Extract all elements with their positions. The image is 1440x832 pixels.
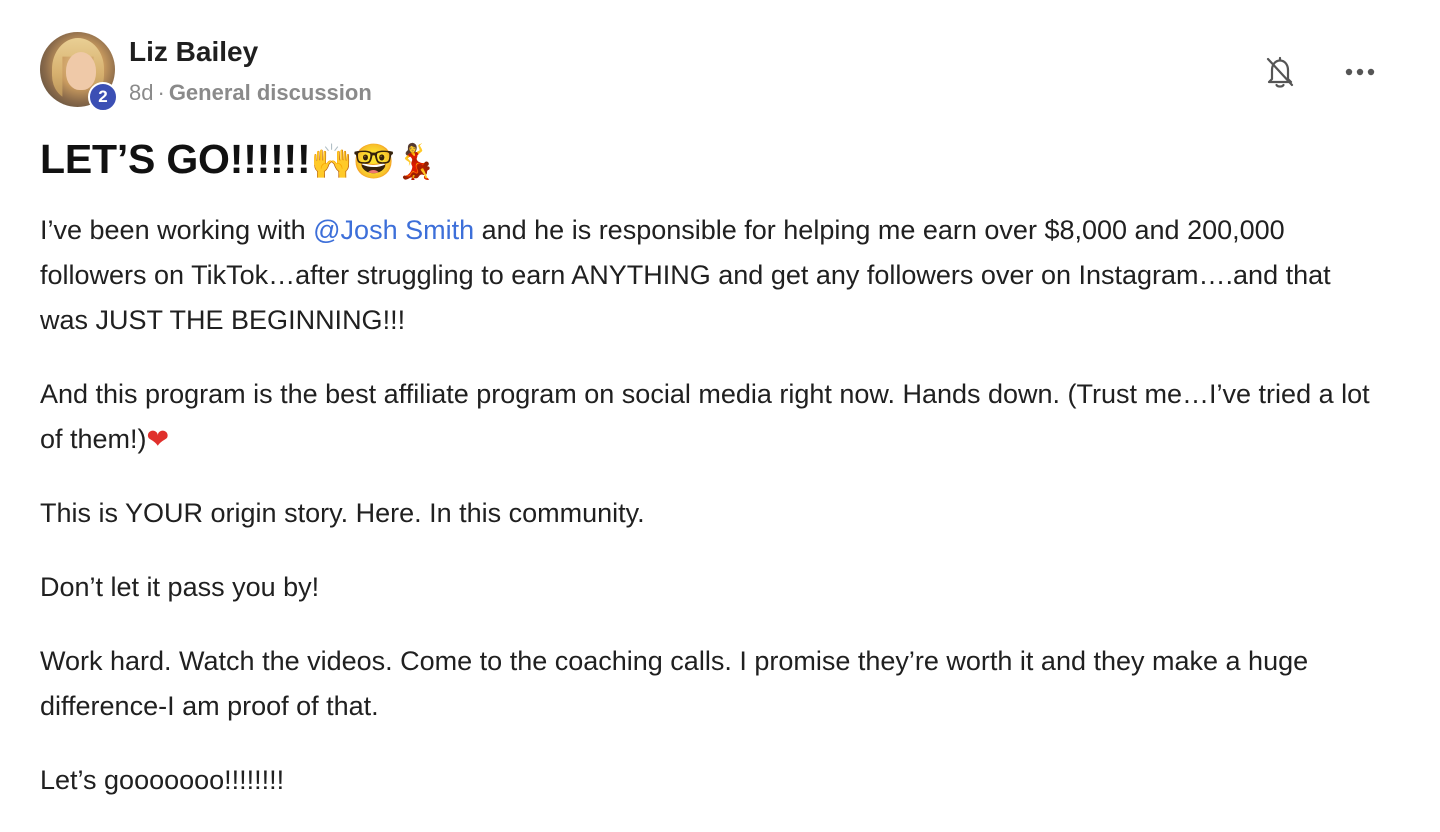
title-emojis: 🙌🤓💃: [310, 142, 437, 182]
post-paragraph: This is YOUR origin story. Here. In this…: [40, 498, 645, 528]
post-paragraph: Don’t let it pass you by!: [40, 572, 320, 602]
more-horizontal-icon[interactable]: [1340, 52, 1380, 92]
post-meta: 8d · General discussion: [129, 80, 372, 106]
heart-emoji: ❤: [146, 424, 170, 455]
post-title-text: LET’S GO!!!!!!: [40, 136, 311, 182]
post-paragraph: And this program is the best affiliate p…: [40, 372, 1380, 462]
post-age: 8d: [129, 80, 154, 105]
level-badge: 2: [88, 82, 118, 112]
author-name[interactable]: Liz Bailey: [129, 36, 258, 68]
post-paragraph: Let’s gooooooo!!!!!!!!: [40, 765, 285, 795]
bell-off-icon[interactable]: [1260, 52, 1300, 92]
post-header: 2 Liz Bailey 8d · General discussion: [40, 30, 1380, 112]
post-paragraph: I’ve been working with @Josh Smith and h…: [40, 208, 1380, 343]
post-body: I’ve been working with @Josh Smith and h…: [40, 208, 1380, 832]
header-actions: [1260, 52, 1380, 92]
post-paragraph: Work hard. Watch the videos. Come to the…: [40, 646, 1309, 721]
paragraph-text: And this program is the best affiliate p…: [40, 379, 1370, 454]
paragraph-text: I’ve been working with: [40, 215, 314, 245]
meta-separator: ·: [157, 80, 165, 105]
avatar[interactable]: 2: [40, 32, 118, 112]
post-category[interactable]: General discussion: [169, 80, 372, 105]
user-mention-link[interactable]: @Josh Smith: [313, 215, 474, 245]
post-title: LET’S GO!!!!!!🙌🤓💃: [40, 136, 437, 183]
